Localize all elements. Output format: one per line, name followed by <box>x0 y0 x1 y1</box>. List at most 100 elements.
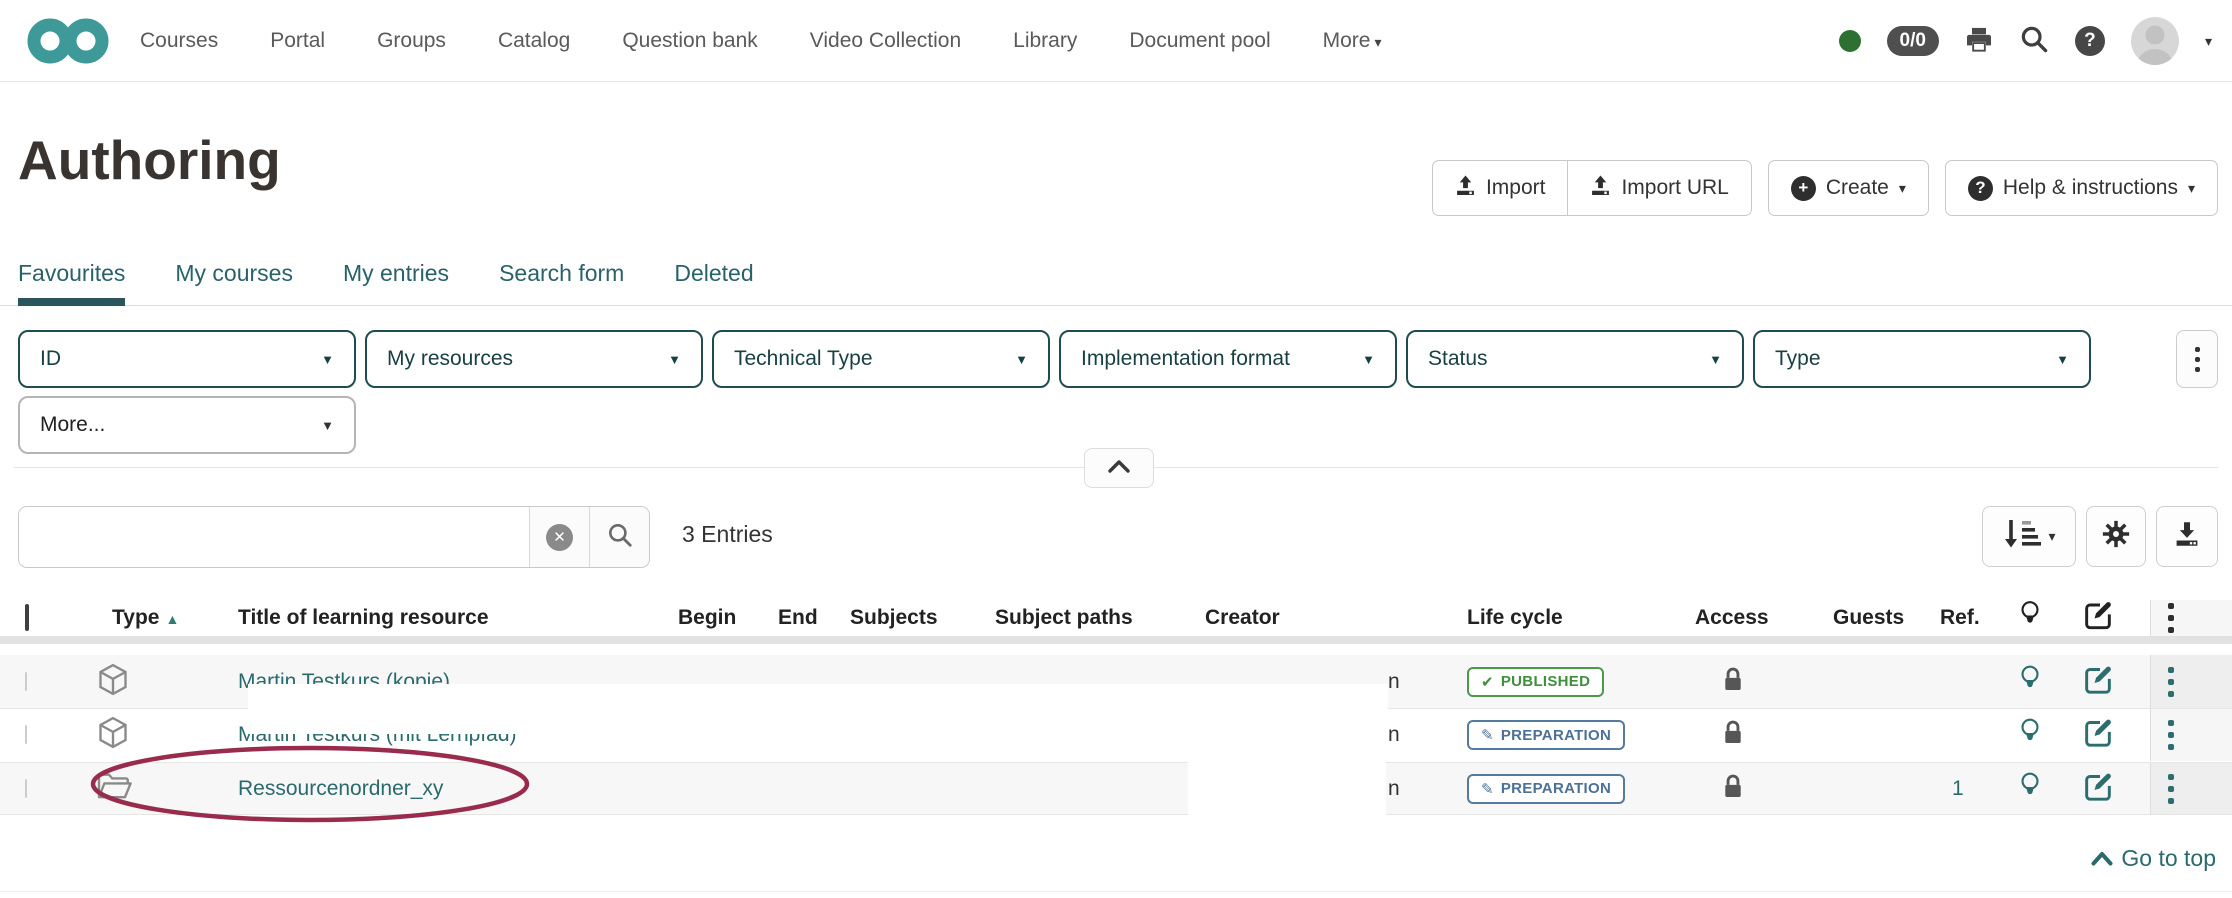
collapse-filters-button[interactable] <box>1084 448 1154 488</box>
nav-item-question-bank[interactable]: Question bank <box>622 29 757 53</box>
chevron-down-icon: ▼ <box>1362 351 1375 367</box>
go-to-top-link[interactable]: Go to top <box>2091 845 2216 872</box>
print-icon[interactable] <box>1965 25 1993 58</box>
import-button[interactable]: Import <box>1431 160 1569 216</box>
lock-icon <box>1722 666 1744 698</box>
resource-title-link[interactable]: Ressourcenordner_xy <box>238 777 443 801</box>
filter-id[interactable]: ID ▼ <box>18 330 356 388</box>
chevron-up-icon <box>1106 458 1132 479</box>
nav-item-groups[interactable]: Groups <box>377 29 446 53</box>
column-access[interactable]: Access <box>1695 606 1769 630</box>
ref-count-link[interactable]: 1 <box>1952 777 1964 801</box>
column-life-cycle[interactable]: Life cycle <box>1467 606 1563 630</box>
edit-icon[interactable] <box>2082 663 2114 700</box>
nav-item-library[interactable]: Library <box>1013 29 1077 53</box>
row-checkbox[interactable] <box>25 671 27 691</box>
clear-search-button[interactable]: ✕ <box>529 507 589 567</box>
bulb-icon[interactable] <box>2018 717 2042 754</box>
gear-icon <box>2101 519 2131 554</box>
redaction-box <box>1188 684 1386 842</box>
avatar[interactable] <box>2130 17 2179 65</box>
filter-row-1: ID ▼ My resources ▼ Technical Type ▼ Implem… <box>18 330 2091 388</box>
navbar-right-cluster: 0/0 ? ▾ <box>1838 0 2212 82</box>
online-status-dot <box>1838 30 1861 52</box>
column-subject-paths[interactable]: Subject paths <box>995 606 1133 630</box>
filter-more[interactable]: More... ▼ <box>18 396 356 454</box>
openolat-logo[interactable] <box>22 11 114 76</box>
user-menu-chevron-icon[interactable]: ▾ <box>2205 33 2212 50</box>
tab-deleted[interactable]: Deleted <box>674 260 753 305</box>
column-ref[interactable]: Ref. <box>1940 606 1980 630</box>
chevron-down-icon: ▾ <box>1374 34 1382 50</box>
select-all-checkbox[interactable] <box>25 604 29 631</box>
status-badge: ✎ PREPARATION <box>1467 773 1626 804</box>
help-instructions-button[interactable]: ? Help & instructions ▾ <box>1944 160 2218 216</box>
filter-type[interactable]: Type ▼ <box>1753 330 2091 388</box>
search-input[interactable] <box>19 507 529 567</box>
row-kebab-icon[interactable] <box>2168 720 2174 750</box>
row-kebab-icon[interactable] <box>2168 773 2174 804</box>
row-checkbox[interactable] <box>25 725 27 744</box>
tab-my-entries[interactable]: My entries <box>343 260 449 305</box>
plus-circle-icon: + <box>1790 175 1816 201</box>
bulb-column-icon[interactable] <box>2018 599 2042 637</box>
filter-my-resources[interactable]: My resources ▼ <box>365 330 703 388</box>
row-kebab-icon[interactable] <box>2168 666 2174 697</box>
nav-item-courses[interactable]: Courses <box>140 29 218 53</box>
sort-asc-icon: ▲ <box>165 611 180 627</box>
nav-item-more[interactable]: More ▾ <box>1323 29 1382 53</box>
filter-row-2: More... ▼ <box>18 396 356 454</box>
top-navbar: Courses Portal Groups Catalog Question b… <box>0 0 2232 82</box>
folder-icon <box>96 771 132 806</box>
nav-item-catalog[interactable]: Catalog <box>498 29 570 53</box>
nav-item-document-pool[interactable]: Document pool <box>1129 29 1270 53</box>
edit-icon[interactable] <box>2082 770 2114 807</box>
filter-options-kebab-button[interactable] <box>2176 330 2218 388</box>
lock-icon <box>1722 719 1744 751</box>
column-subjects[interactable]: Subjects <box>850 606 938 630</box>
column-guests[interactable]: Guests <box>1833 606 1904 630</box>
chevron-down-icon: ▼ <box>1709 351 1722 367</box>
edit-column-icon[interactable] <box>2082 599 2114 637</box>
download-icon <box>2174 521 2200 552</box>
table-header: Type ▲ Title of learning resource Begin E… <box>0 600 2232 644</box>
table-settings-button[interactable] <box>2086 506 2146 567</box>
bulb-icon[interactable] <box>2018 663 2042 700</box>
nav-item-video-collection[interactable]: Video Collection <box>810 29 961 53</box>
column-type[interactable]: Type ▲ <box>112 606 179 630</box>
column-end[interactable]: End <box>778 606 818 630</box>
import-url-button[interactable]: Import URL <box>1568 160 1752 216</box>
bulb-icon[interactable] <box>2018 770 2042 807</box>
help-icon[interactable]: ? <box>2074 26 2105 56</box>
tab-favourites[interactable]: Favourites <box>18 260 126 306</box>
filter-status[interactable]: Status ▼ <box>1406 330 1744 388</box>
sort-amount-icon <box>2002 517 2042 556</box>
chevron-down-icon: ▼ <box>321 351 334 367</box>
filter-technical-type[interactable]: Technical Type ▼ <box>712 330 1050 388</box>
tab-search-form[interactable]: Search form <box>499 260 624 305</box>
create-button[interactable]: + Create ▾ <box>1767 160 1929 216</box>
column-begin[interactable]: Begin <box>678 606 736 630</box>
footer-divider <box>0 891 2232 892</box>
edit-icon[interactable] <box>2082 717 2114 754</box>
search-button[interactable] <box>589 507 649 567</box>
chat-counter-badge[interactable]: 0/0 <box>1886 26 1939 56</box>
filter-implementation-format[interactable]: Implementation format ▼ <box>1059 330 1397 388</box>
nav-item-portal[interactable]: Portal <box>270 29 325 53</box>
infinity-logo-icon <box>22 18 114 75</box>
table-row[interactable]: Ressourcenordner_xy n ✎ PREPARATION 1 <box>0 762 2232 815</box>
search-icon[interactable] <box>2019 24 2049 59</box>
header-kebab-icon[interactable] <box>2168 603 2174 633</box>
column-title[interactable]: Title of learning resource <box>238 606 489 630</box>
row-checkbox[interactable] <box>25 778 27 798</box>
chevron-down-icon: ▼ <box>668 351 681 367</box>
chevron-up-icon <box>2091 845 2113 872</box>
creator-fragment: n <box>1388 776 1400 800</box>
tab-my-courses[interactable]: My courses <box>175 260 293 305</box>
chevron-down-icon: ▼ <box>2056 351 2069 367</box>
download-button[interactable] <box>2156 506 2218 567</box>
pencil-icon: ✎ <box>1481 780 1494 798</box>
column-creator[interactable]: Creator <box>1205 606 1280 630</box>
table-toolbar: ▾ <box>1982 506 2218 567</box>
sort-button[interactable]: ▾ <box>1982 506 2076 567</box>
